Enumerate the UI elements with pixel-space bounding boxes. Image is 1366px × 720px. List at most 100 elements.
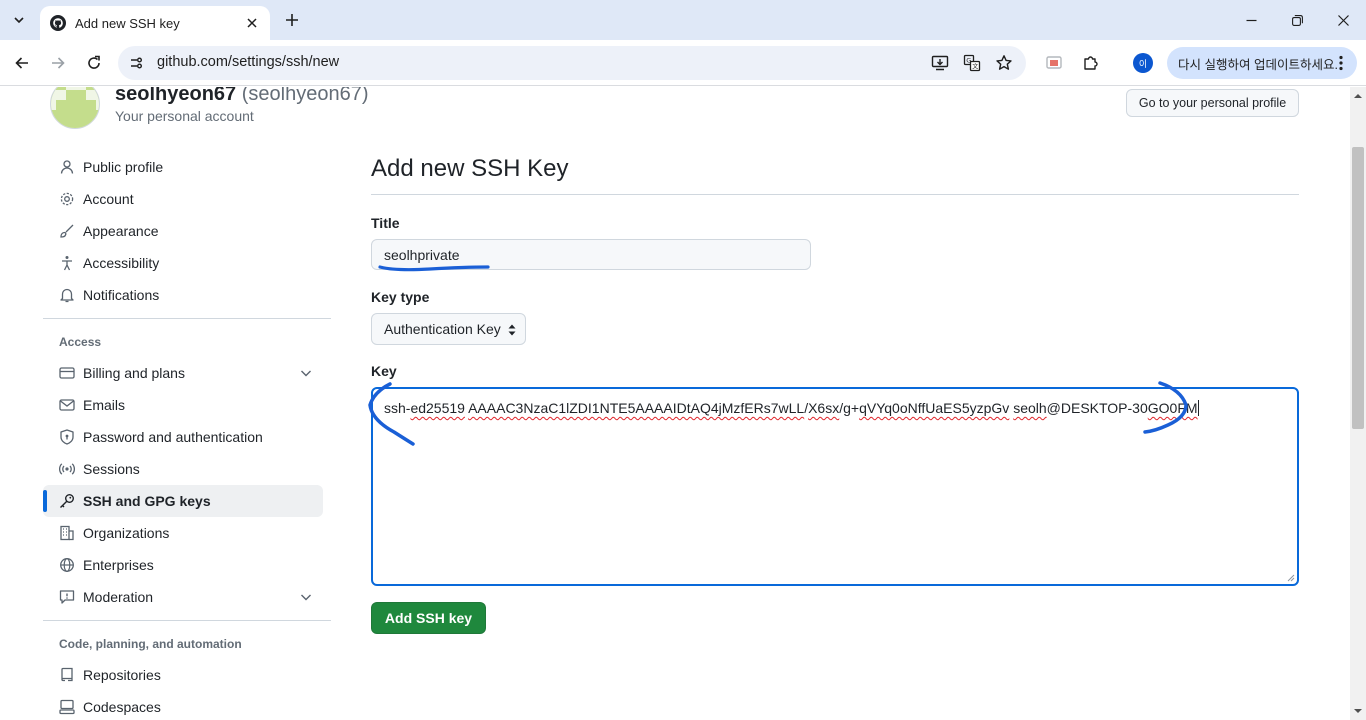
tab-title: Add new SSH key bbox=[75, 15, 180, 31]
sidebar-item-public-profile[interactable]: Public profile bbox=[43, 151, 323, 183]
key-text-misspelled: X6sx bbox=[808, 400, 840, 416]
arrow-left-icon bbox=[15, 57, 28, 69]
sidebar-item-billing[interactable]: Billing and plans bbox=[43, 357, 323, 389]
sidebar-item-label: Appearance bbox=[83, 223, 159, 239]
sidebar-item-codespaces[interactable]: Codespaces bbox=[43, 691, 323, 720]
sidebar-item-enterprises[interactable]: Enterprises bbox=[43, 549, 323, 581]
key-icon bbox=[59, 493, 75, 509]
close-tab-icon[interactable] bbox=[242, 13, 262, 33]
sidebar-item-account[interactable]: Account bbox=[43, 183, 323, 215]
svg-text:文: 文 bbox=[972, 63, 978, 71]
sidebar-item-organizations[interactable]: Organizations bbox=[43, 517, 323, 549]
sidebar-item-label: Repositories bbox=[83, 667, 161, 683]
sidebar-item-notifications[interactable]: Notifications bbox=[43, 279, 323, 311]
sidebar-item-label: Sessions bbox=[83, 461, 140, 477]
page-scrollbar[interactable] bbox=[1350, 87, 1366, 720]
sidebar-item-accessibility[interactable]: Accessibility bbox=[43, 247, 323, 279]
update-button[interactable]: 다시 실행하여 업데이트하세요. bbox=[1167, 47, 1357, 79]
sidebar-item-password[interactable]: Password and authentication bbox=[43, 421, 323, 453]
title-label: Title bbox=[371, 215, 400, 231]
chevron-down-icon[interactable] bbox=[298, 365, 314, 381]
title-input[interactable] bbox=[371, 239, 811, 270]
user-avatar[interactable] bbox=[50, 87, 100, 129]
sidebar-item-label: Moderation bbox=[83, 589, 154, 605]
globe-icon bbox=[59, 557, 75, 573]
sidebar-item-label: Codespaces bbox=[83, 699, 161, 715]
key-type-label: Key type bbox=[371, 289, 430, 305]
sidebar-item-label: Accessibility bbox=[83, 255, 160, 271]
person-icon bbox=[59, 159, 75, 175]
cast-button[interactable] bbox=[1040, 49, 1068, 77]
page-content: seolhyeon67 (seolhyeon67) Your personal … bbox=[0, 87, 1350, 720]
codespaces-icon bbox=[59, 699, 75, 715]
scroll-down-icon[interactable] bbox=[1354, 707, 1362, 715]
go-to-profile-button[interactable]: Go to your personal profile bbox=[1126, 89, 1299, 117]
sidebar-item-repositories[interactable]: Repositories bbox=[43, 659, 323, 691]
display-name: seolhyeon67 bbox=[115, 87, 237, 105]
key-text-misspelled: AAAAC3NzaC1lZDI1NTE5AAAAIDtAQ4jMzfERs7wL… bbox=[468, 400, 805, 416]
translate-icon[interactable]: G文 bbox=[960, 51, 984, 75]
credit-card-icon bbox=[59, 365, 75, 381]
close-window-button[interactable] bbox=[1320, 0, 1366, 40]
browser-tab-strip: Add new SSH key bbox=[0, 0, 1366, 40]
sidebar-item-label: Emails bbox=[83, 397, 126, 413]
sidebar-item-moderation[interactable]: Moderation bbox=[43, 581, 323, 613]
url-text: github.com/settings/ssh/new bbox=[157, 54, 340, 70]
sidebar-item-label: Billing and plans bbox=[83, 365, 185, 381]
key-type-select[interactable]: Authentication Key bbox=[371, 313, 526, 345]
tab-search-button[interactable] bbox=[6, 7, 32, 33]
svg-text:G: G bbox=[966, 57, 971, 65]
sidebar-heading-access: Access bbox=[59, 335, 102, 349]
key-textarea[interactable]: ssh-ed25519 AAAAC3NzaC1lZDI1NTE5AAAAIDtA… bbox=[371, 387, 1299, 586]
bookmark-star-icon[interactable] bbox=[992, 51, 1016, 75]
reload-icon bbox=[88, 55, 100, 69]
organization-icon bbox=[59, 525, 75, 541]
scrollbar-thumb[interactable] bbox=[1352, 147, 1364, 429]
sidebar-item-label: Organizations bbox=[83, 525, 170, 541]
scroll-up-icon[interactable] bbox=[1354, 92, 1362, 100]
address-bar[interactable]: github.com/settings/ssh/new G文 bbox=[118, 46, 1026, 80]
browser-tab-active[interactable]: Add new SSH key bbox=[40, 6, 270, 40]
sidebar-item-sessions[interactable]: Sessions bbox=[43, 453, 323, 485]
resize-handle-icon[interactable] bbox=[1287, 574, 1295, 582]
restore-window-button[interactable] bbox=[1274, 0, 1320, 40]
sidebar-divider bbox=[43, 620, 331, 621]
sidebar-item-appearance[interactable]: Appearance bbox=[43, 215, 323, 247]
sidebar-item-label: Password and authentication bbox=[83, 429, 263, 445]
bell-icon bbox=[59, 287, 75, 303]
close-icon bbox=[1337, 14, 1349, 26]
forward-button[interactable] bbox=[44, 49, 72, 77]
restore-icon bbox=[1291, 14, 1303, 26]
key-text-misspelled: qVYq0oNffUaES5yzpGv bbox=[859, 400, 1010, 416]
gear-icon bbox=[59, 191, 75, 207]
cast-icon bbox=[1046, 56, 1062, 69]
settings-sidebar: Public profile Account Appearance Access… bbox=[43, 151, 331, 720]
text-cursor bbox=[1197, 400, 1199, 416]
browser-toolbar: github.com/settings/ssh/new G文 이 다시 실행하여… bbox=[0, 40, 1366, 86]
reload-button[interactable] bbox=[80, 49, 108, 77]
site-info-icon[interactable] bbox=[124, 51, 148, 75]
github-logo-icon bbox=[50, 15, 66, 31]
chevron-down-icon[interactable] bbox=[298, 589, 314, 605]
minimize-window-button[interactable] bbox=[1228, 0, 1274, 40]
extensions-button[interactable] bbox=[1077, 49, 1105, 77]
install-app-icon[interactable] bbox=[928, 51, 952, 75]
more-menu-icon[interactable] bbox=[1331, 53, 1351, 73]
sidebar-item-emails[interactable]: Emails bbox=[43, 389, 323, 421]
mail-icon bbox=[59, 397, 75, 413]
plus-icon bbox=[286, 14, 298, 26]
accessibility-icon bbox=[59, 255, 75, 271]
profile-avatar[interactable]: 이 bbox=[1133, 53, 1153, 73]
key-text-part: /g+ bbox=[839, 400, 860, 416]
back-button[interactable] bbox=[8, 49, 36, 77]
paintbrush-icon bbox=[59, 223, 75, 239]
sidebar-item-label: Account bbox=[83, 191, 134, 207]
title-divider bbox=[371, 194, 1299, 195]
sidebar-item-ssh-gpg-keys[interactable]: SSH and GPG keys bbox=[43, 485, 323, 517]
repo-icon bbox=[59, 667, 75, 683]
report-icon bbox=[59, 589, 75, 605]
new-tab-button[interactable] bbox=[280, 8, 304, 32]
add-ssh-key-button[interactable]: Add SSH key bbox=[371, 602, 486, 634]
sidebar-item-label: Public profile bbox=[83, 159, 164, 175]
arrow-right-icon bbox=[52, 57, 65, 69]
